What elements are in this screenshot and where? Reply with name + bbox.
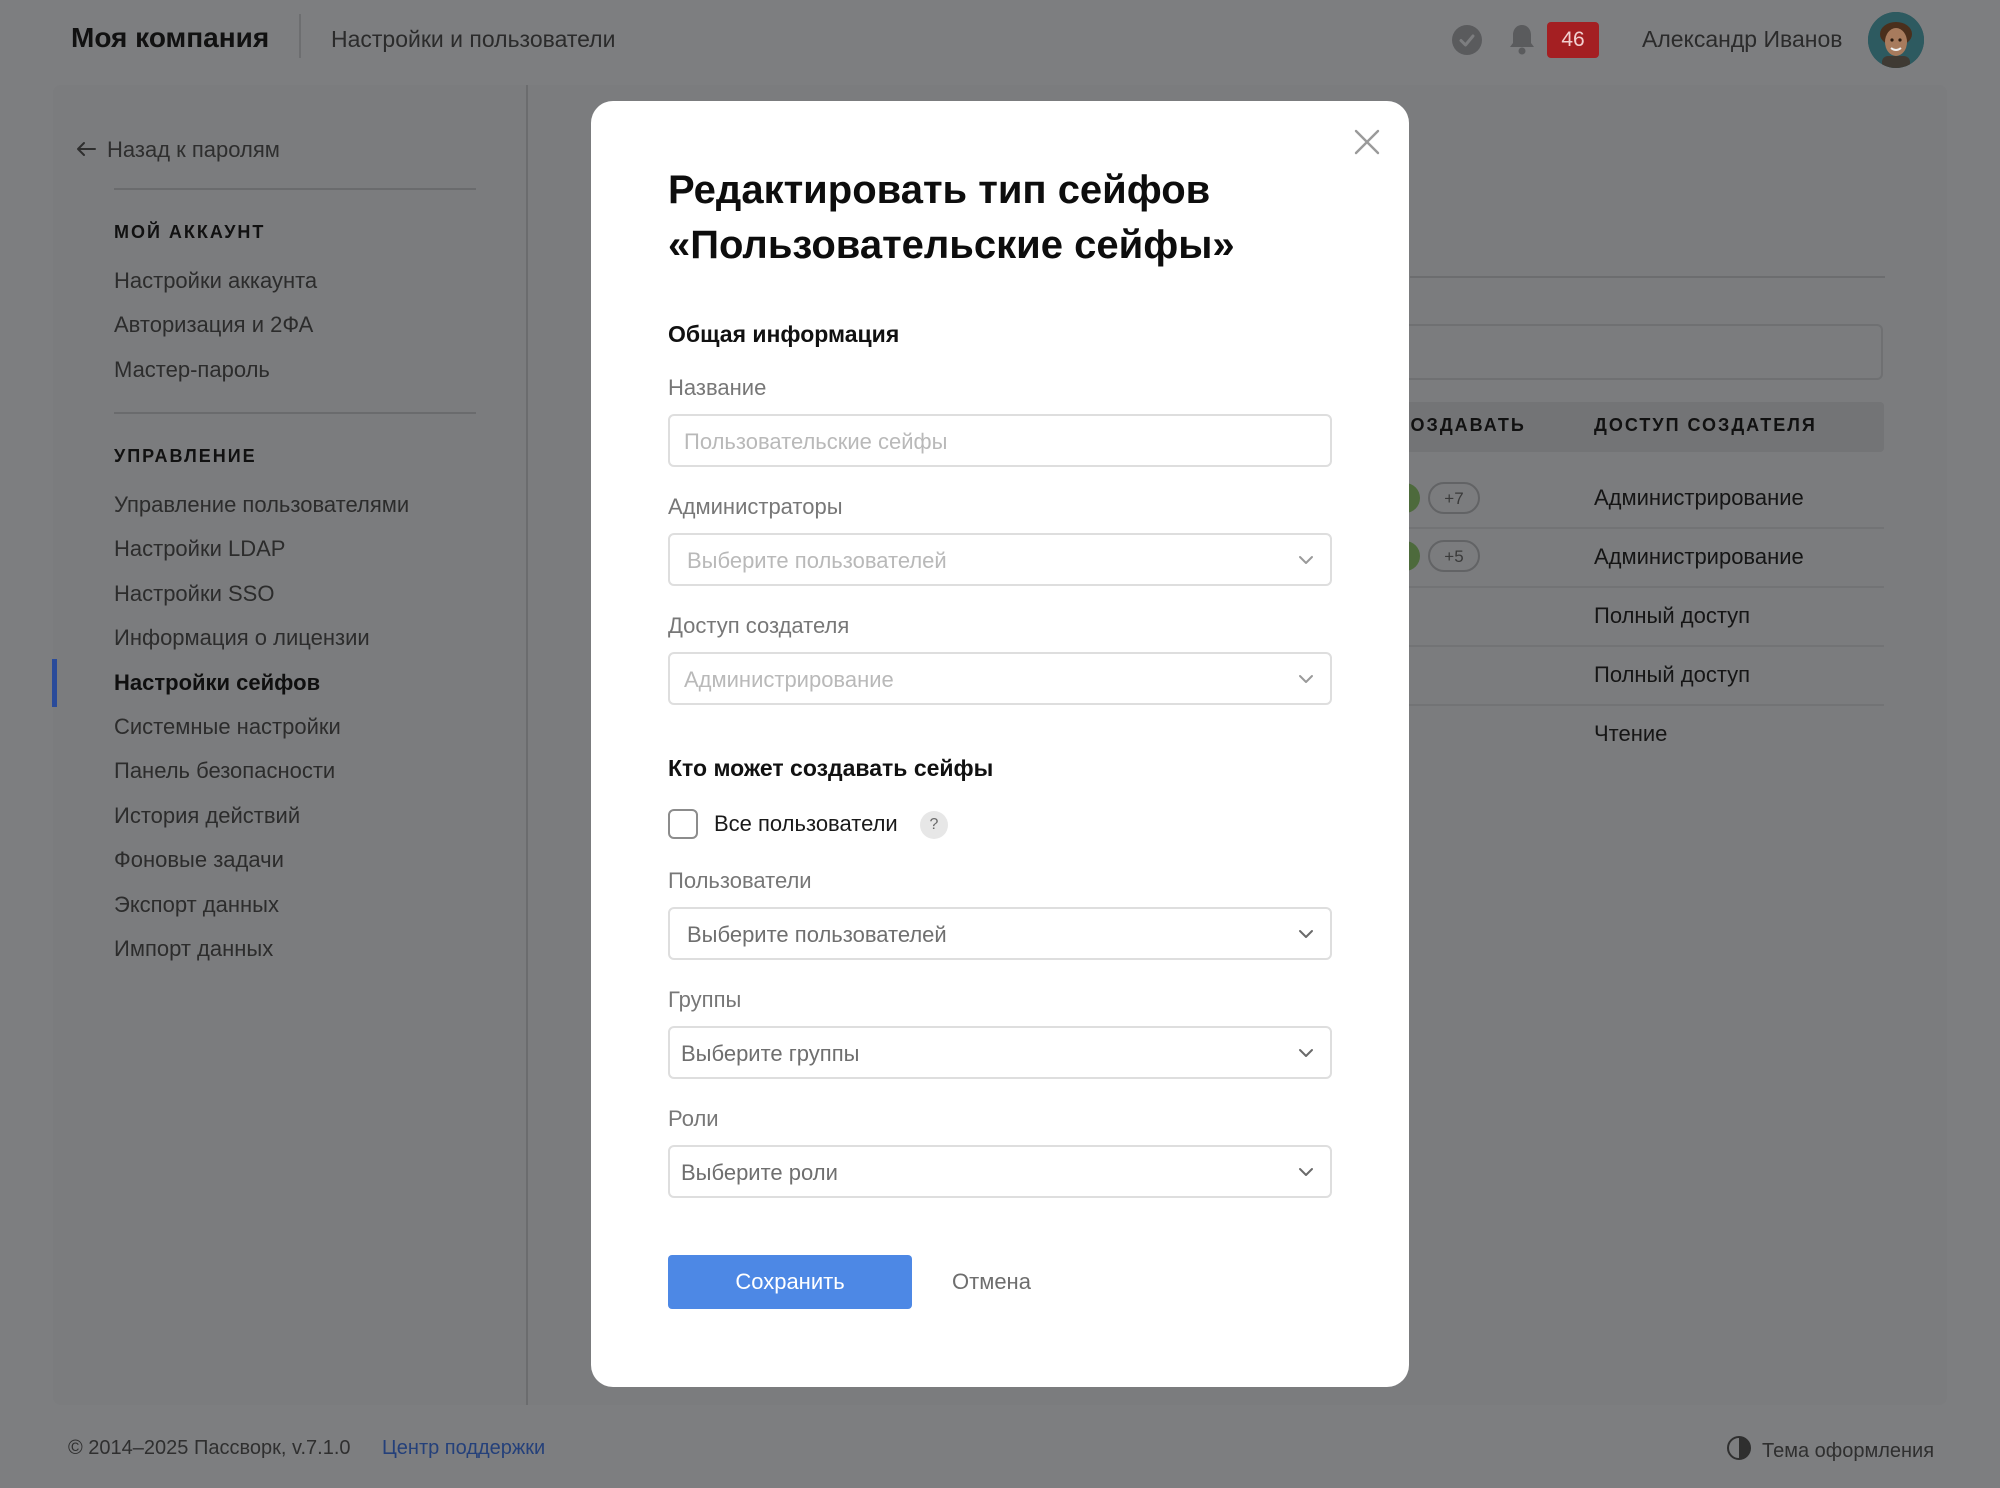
- search-input[interactable]: [1405, 324, 1883, 380]
- roles-select[interactable]: Выберите роли: [668, 1145, 1332, 1198]
- sidebar-item-user-management[interactable]: Управление пользователями: [114, 492, 409, 518]
- chevron-down-icon: [1299, 556, 1313, 564]
- sidebar-divider: [114, 188, 476, 190]
- who-can-create-heading: Кто может создавать сейфы: [668, 755, 994, 781]
- table-row-divider: [1405, 704, 1884, 706]
- users-select-placeholder: Выберите пользователей: [687, 922, 947, 947]
- name-input-placeholder: Пользовательские сейфы: [684, 429, 948, 454]
- cancel-button[interactable]: Отмена: [952, 1269, 1031, 1295]
- name-input[interactable]: Пользовательские сейфы: [668, 414, 1332, 467]
- table-cell-access: Полный доступ: [1594, 603, 1751, 628]
- user-name[interactable]: Александр Иванов: [1642, 26, 1842, 53]
- sidebar-item-system-settings[interactable]: Системные настройки: [114, 714, 341, 740]
- more-users-badge[interactable]: +5: [1428, 540, 1480, 572]
- sidebar-item-master-password[interactable]: Мастер-пароль: [114, 357, 270, 383]
- admins-label: Администраторы: [668, 494, 843, 519]
- sidebar-item-vault-settings[interactable]: Настройки сейфов: [114, 670, 320, 696]
- header-divider: [299, 14, 301, 58]
- back-to-passwords-link[interactable]: Назад к паролям: [75, 137, 280, 163]
- table-row-divider: [1405, 527, 1884, 529]
- general-info-heading: Общая информация: [668, 321, 900, 347]
- table-cell-access: Администрирование: [1594, 544, 1804, 569]
- sidebar-section-my-account: МОЙ АККАУНТ: [114, 222, 266, 242]
- table-row-divider: [1405, 645, 1884, 647]
- sidebar-divider: [114, 412, 476, 414]
- sidebar-item-data-export[interactable]: Экспорт данных: [114, 892, 279, 918]
- name-label: Название: [668, 375, 767, 400]
- roles-label: Роли: [668, 1106, 719, 1131]
- sidebar-item-ldap[interactable]: Настройки LDAP: [114, 536, 285, 562]
- help-icon[interactable]: ?: [920, 811, 948, 839]
- users-select[interactable]: Выберите пользователей: [668, 907, 1332, 960]
- sidebar-item-account-settings[interactable]: Настройки аккаунта: [114, 268, 317, 294]
- close-icon[interactable]: [1352, 127, 1382, 157]
- roles-select-placeholder: Выберите роли: [681, 1160, 838, 1185]
- chevron-down-icon: [1299, 675, 1313, 683]
- table-row-divider: [1405, 586, 1884, 588]
- check-circle-icon[interactable]: [1452, 25, 1482, 55]
- creator-access-label: Доступ создателя: [668, 613, 850, 638]
- theme-label: Тема оформления: [1762, 1439, 1935, 1462]
- arrow-left-icon: [75, 137, 97, 163]
- chevron-down-icon: [1299, 1049, 1313, 1057]
- save-button[interactable]: Сохранить: [668, 1255, 912, 1309]
- modal-title: Редактировать тип сейфов «Пользовательск…: [668, 168, 1235, 267]
- content-divider: [1410, 276, 1885, 278]
- table-header-creator-access: ДОСТУП СОЗДАТЕЛЯ: [1594, 415, 1817, 435]
- creator-access-select[interactable]: Администрирование: [668, 652, 1332, 705]
- bell-icon[interactable]: [1507, 22, 1537, 56]
- support-center-link[interactable]: Центр поддержки: [382, 1437, 545, 1460]
- all-users-label[interactable]: Все пользователи: [714, 811, 898, 837]
- sidebar-item-license[interactable]: Информация о лицензии: [114, 625, 370, 651]
- sidebar-section-management: УПРАВЛЕНИЕ: [114, 446, 257, 466]
- company-name[interactable]: Моя компания: [71, 22, 269, 54]
- chevron-down-icon: [1299, 1168, 1313, 1176]
- all-users-checkbox[interactable]: [668, 809, 698, 839]
- sidebar-active-indicator: [52, 659, 57, 707]
- groups-select[interactable]: Выберите группы: [668, 1026, 1332, 1079]
- creator-access-value: Администрирование: [684, 667, 894, 692]
- top-header: Моя компания Настройки и пользователи 46…: [0, 0, 2000, 80]
- notification-badge[interactable]: 46: [1547, 22, 1599, 58]
- more-users-badge[interactable]: +7: [1428, 482, 1480, 514]
- sidebar-item-activity-history[interactable]: История действий: [114, 803, 300, 829]
- sidebar-item-background-tasks[interactable]: Фоновые задачи: [114, 847, 284, 873]
- chevron-down-icon: [1299, 930, 1313, 938]
- table-cell-access: Чтение: [1594, 721, 1668, 746]
- footer-copyright: © 2014–2025 Пассворк, v.7.1.0: [68, 1437, 351, 1459]
- theme-toggle[interactable]: Тема оформления: [1726, 1435, 1934, 1467]
- table-cell-access: Администрирование: [1594, 485, 1804, 510]
- sidebar-item-sso[interactable]: Настройки SSO: [114, 581, 274, 607]
- admins-select[interactable]: Выберите пользователей: [668, 533, 1332, 586]
- header-subtitle[interactable]: Настройки и пользователи: [331, 26, 615, 53]
- groups-label: Группы: [668, 987, 742, 1012]
- sidebar-item-auth-2fa[interactable]: Авторизация и 2ФА: [114, 312, 313, 338]
- table-cell-access: Полный доступ: [1594, 662, 1751, 687]
- sidebar-item-security-panel[interactable]: Панель безопасности: [114, 758, 335, 784]
- back-link-label: Назад к паролям: [107, 137, 280, 162]
- theme-contrast-icon: [1726, 1435, 1752, 1467]
- avatar[interactable]: [1868, 12, 1924, 68]
- sidebar-item-data-import[interactable]: Импорт данных: [114, 936, 273, 962]
- groups-select-placeholder: Выберите группы: [681, 1041, 860, 1066]
- users-label: Пользователи: [668, 868, 812, 893]
- admins-select-placeholder: Выберите пользователей: [687, 548, 947, 573]
